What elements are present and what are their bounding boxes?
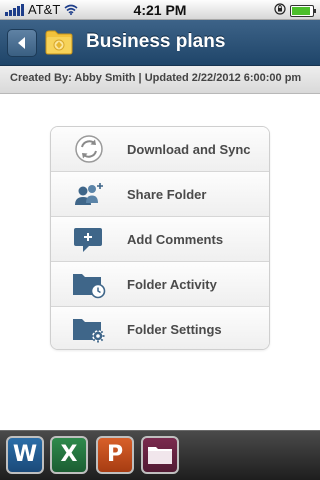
folder-icon bbox=[44, 28, 74, 61]
powerpoint-app-letter: P bbox=[106, 442, 124, 467]
folder-info-text: Created By: Abby Smith | Updated 2/22/20… bbox=[10, 72, 302, 84]
menu-item-label: Folder Activity bbox=[127, 277, 217, 292]
chevron-left-icon bbox=[18, 37, 25, 49]
menu-item-label: Share Folder bbox=[127, 187, 207, 202]
back-button[interactable] bbox=[7, 29, 37, 57]
app-dock: W X P bbox=[0, 430, 320, 480]
folder-icon bbox=[148, 447, 172, 464]
menu-item-label: Download and Sync bbox=[127, 142, 251, 157]
info-bar: Created By: Abby Smith | Updated 2/22/20… bbox=[0, 66, 320, 94]
menu-item-add-comments[interactable]: Add Comments bbox=[51, 217, 269, 262]
status-bar: AT&T 4:21 PM bbox=[0, 0, 320, 20]
menu-item-share-folder[interactable]: Share Folder bbox=[51, 172, 269, 217]
files-app-icon[interactable] bbox=[141, 436, 179, 474]
page-title: Business plans bbox=[86, 31, 226, 52]
status-right bbox=[274, 3, 316, 18]
orientation-lock-icon bbox=[274, 3, 286, 18]
share-users-icon bbox=[71, 179, 107, 209]
word-app-letter: W bbox=[12, 442, 38, 467]
excel-app-icon[interactable]: X bbox=[50, 436, 88, 474]
comment-add-icon bbox=[71, 224, 107, 254]
battery-icon bbox=[290, 4, 316, 17]
folder-clock-icon bbox=[71, 269, 107, 299]
powerpoint-app-icon[interactable]: P bbox=[96, 436, 134, 474]
menu-item-folder-activity[interactable]: Folder Activity bbox=[51, 262, 269, 307]
excel-app-letter: X bbox=[60, 442, 78, 467]
word-app-icon[interactable]: W bbox=[6, 436, 44, 474]
folder-actions-menu: Download and Sync Share Folder Add Comme… bbox=[50, 126, 270, 350]
navigation-bar: Business plans bbox=[0, 20, 320, 66]
folder-gear-icon bbox=[71, 314, 107, 344]
menu-item-download-sync[interactable]: Download and Sync bbox=[51, 127, 269, 172]
status-time: 4:21 PM bbox=[133, 2, 187, 18]
menu-item-label: Folder Settings bbox=[127, 322, 222, 337]
sync-icon bbox=[71, 134, 107, 164]
menu-item-folder-settings[interactable]: Folder Settings bbox=[51, 307, 269, 349]
menu-item-label: Add Comments bbox=[127, 232, 224, 247]
